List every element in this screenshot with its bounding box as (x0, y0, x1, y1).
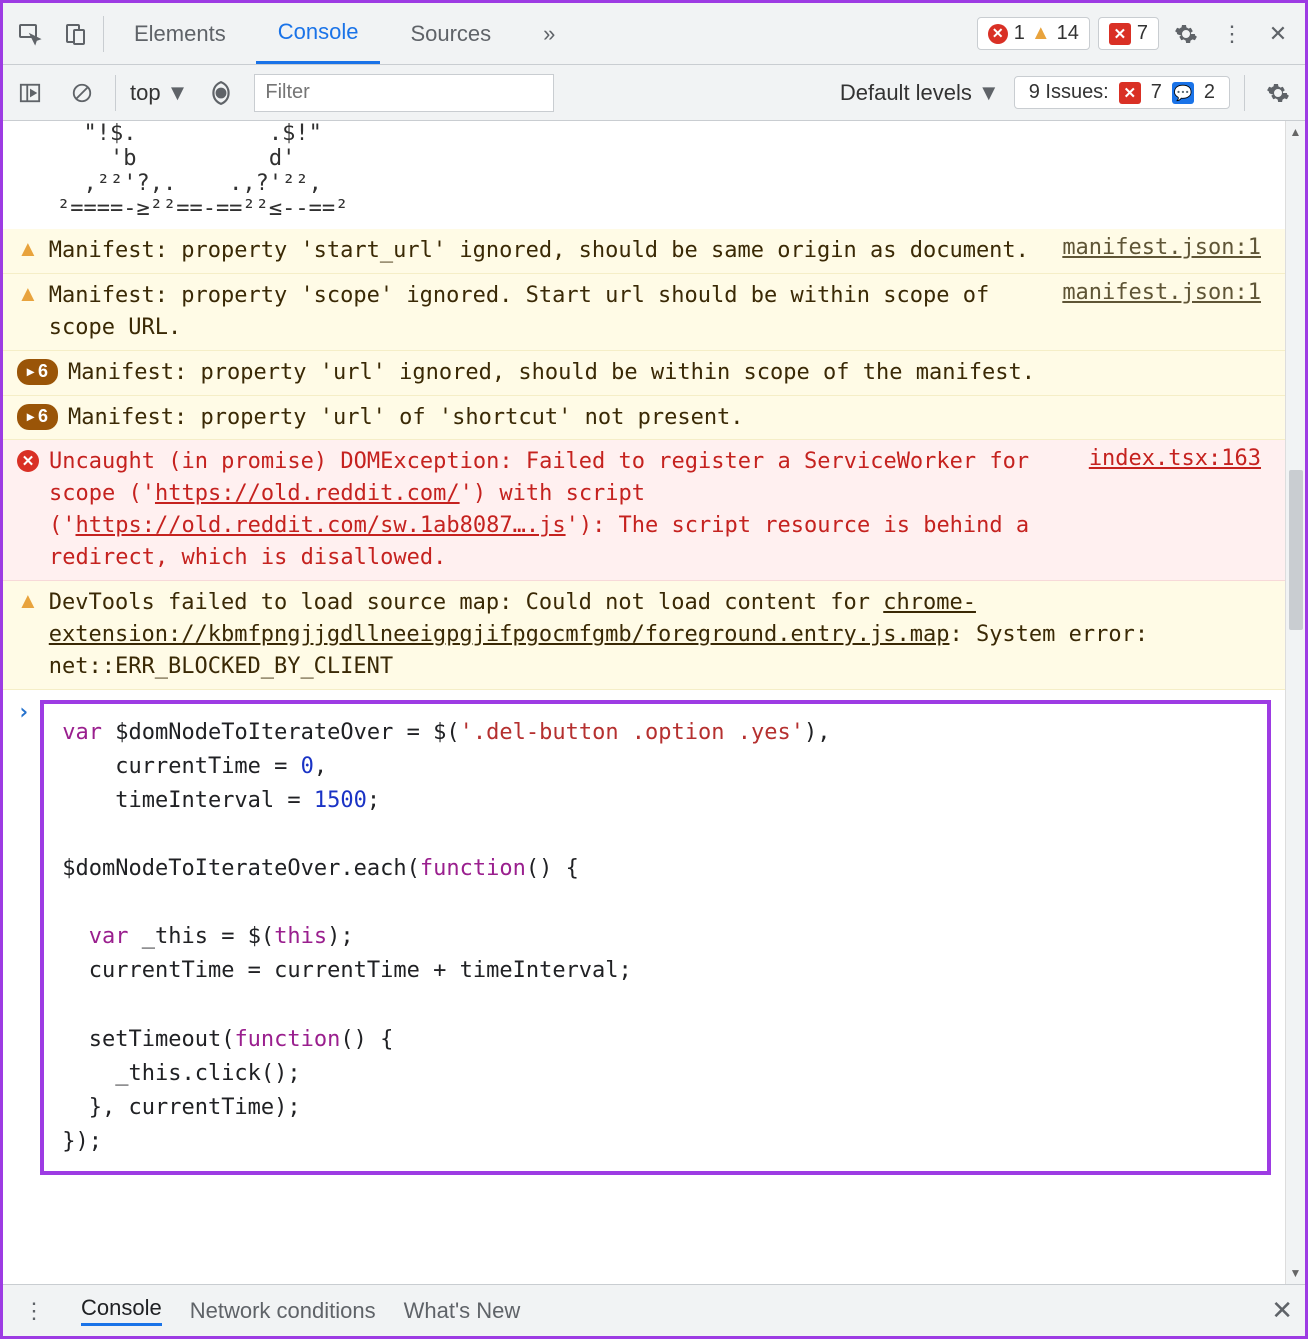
error-dot-icon: ✕ (988, 24, 1008, 44)
source-link[interactable]: index.tsx:163 (1089, 446, 1261, 471)
inspect-icon[interactable] (11, 15, 49, 53)
close-icon[interactable]: ✕ (1259, 15, 1297, 53)
url-link[interactable]: https://old.reddit.com/ (155, 481, 460, 506)
device-toggle-icon[interactable] (57, 15, 95, 53)
status-pill-errors-warnings[interactable]: ✕ 1 ▲ 14 (977, 17, 1090, 50)
prompt-icon: › (17, 700, 30, 725)
console-message-warning[interactable]: ▲ DevTools failed to load source map: Co… (3, 581, 1285, 690)
console-settings-icon[interactable] (1259, 74, 1297, 112)
message-text: Manifest: property 'url' ignored, should… (68, 357, 1261, 389)
console-toolbar: top ▼ Default levels ▼ 9 Issues: ✕ 7 💬 2 (3, 65, 1305, 121)
issues-info-icon: 💬 (1172, 82, 1194, 104)
repeat-count-badge[interactable]: 6 (17, 359, 58, 385)
console-input-row: › var $domNodeToIterateOver = $('.del-bu… (3, 690, 1285, 1185)
drawer-tab-whats-new[interactable]: What's New (404, 1298, 521, 1324)
chevron-down-icon: ▼ (978, 80, 1000, 106)
message-text: Manifest: property 'url' of 'shortcut' n… (68, 402, 1261, 434)
console-message-warning-grouped[interactable]: 6 Manifest: property 'url' of 'shortcut'… (3, 396, 1285, 441)
divider (115, 75, 116, 111)
context-label: top (130, 80, 161, 106)
message-text: Manifest: property 'start_url' ignored, … (49, 235, 1053, 267)
url-link[interactable]: https://old.reddit.com/sw.1ab8087….js (76, 513, 566, 538)
message-text: Uncaught (in promise) DOMException: Fail… (49, 446, 1079, 574)
tab-overflow[interactable]: » (521, 3, 577, 64)
drawer-close-icon[interactable]: ✕ (1271, 1295, 1293, 1326)
scroll-up-icon[interactable]: ▲ (1286, 121, 1305, 143)
tab-sources[interactable]: Sources (388, 3, 513, 64)
settings-icon[interactable] (1167, 15, 1205, 53)
chevron-down-icon: ▼ (167, 80, 189, 106)
warning-icon: ▲ (1031, 22, 1051, 45)
tab-elements[interactable]: Elements (112, 3, 248, 64)
drawer-tab-console[interactable]: Console (81, 1295, 162, 1326)
repeat-count-badge[interactable]: 6 (17, 404, 58, 430)
drawer-tabbar: ⋮ Console Network conditions What's New … (3, 1284, 1305, 1336)
console-message-error[interactable]: ✕ Uncaught (in promise) DOMException: Fa… (3, 440, 1285, 581)
kebab-menu-icon[interactable]: ⋮ (1213, 15, 1251, 53)
source-link[interactable]: manifest.json:1 (1062, 280, 1261, 305)
warning-icon: ▲ (17, 587, 39, 615)
issues-error-icon: ✕ (1119, 82, 1141, 104)
live-expression-icon[interactable] (202, 74, 240, 112)
warning-icon: ▲ (17, 280, 39, 308)
sidebar-toggle-icon[interactable] (11, 74, 49, 112)
console-output: "!$. .$!" 'b d' ,²²'?,. .,?'²², ²====-≥²… (3, 121, 1305, 1284)
clear-console-icon[interactable] (63, 74, 101, 112)
warning-count: 14 (1057, 22, 1079, 45)
warning-icon: ▲ (17, 235, 39, 263)
console-message-warning-grouped[interactable]: 6 Manifest: property 'url' ignored, shou… (3, 351, 1285, 396)
scroll-down-icon[interactable]: ▼ (1286, 1262, 1305, 1284)
context-selector[interactable]: top ▼ (130, 80, 188, 106)
status-pill-chat[interactable]: ✕ 7 (1098, 17, 1159, 50)
console-input-code[interactable]: var $domNodeToIterateOver = $('.del-butt… (40, 700, 1271, 1175)
tab-console[interactable]: Console (256, 3, 381, 64)
chat-count: 7 (1137, 22, 1148, 45)
issues-label: 9 Issues: (1029, 81, 1109, 104)
console-message-warning[interactable]: ▲ Manifest: property 'scope' ignored. St… (3, 274, 1285, 351)
console-message-warning[interactable]: ▲ Manifest: property 'start_url' ignored… (3, 229, 1285, 274)
issues-info-count: 2 (1204, 81, 1215, 104)
source-link[interactable]: manifest.json:1 (1062, 235, 1261, 260)
issues-pill[interactable]: 9 Issues: ✕ 7 💬 2 (1014, 76, 1230, 109)
levels-label: Default levels (840, 80, 972, 106)
ascii-art-output: "!$. .$!" 'b d' ,²²'?,. .,?'²², ²====-≥²… (3, 121, 1285, 229)
message-text: Manifest: property 'scope' ignored. Star… (49, 280, 1053, 344)
devtools-tabbar: Elements Console Sources » ✕ 1 ▲ 14 ✕ 7 … (3, 3, 1305, 65)
vertical-scrollbar[interactable]: ▲ ▼ (1285, 121, 1305, 1284)
message-text: DevTools failed to load source map: Coul… (49, 587, 1261, 683)
log-levels-selector[interactable]: Default levels ▼ (840, 80, 1000, 106)
scroll-thumb[interactable] (1289, 470, 1303, 630)
drawer-kebab-icon[interactable]: ⋮ (15, 1292, 53, 1330)
drawer-tab-network-conditions[interactable]: Network conditions (190, 1298, 376, 1324)
error-icon: ✕ (17, 450, 39, 472)
divider (1244, 75, 1245, 111)
chat-error-icon: ✕ (1109, 23, 1131, 45)
issues-error-count: 7 (1151, 81, 1162, 104)
error-count: 1 (1014, 22, 1025, 45)
divider (103, 16, 104, 52)
filter-input[interactable] (254, 74, 554, 112)
